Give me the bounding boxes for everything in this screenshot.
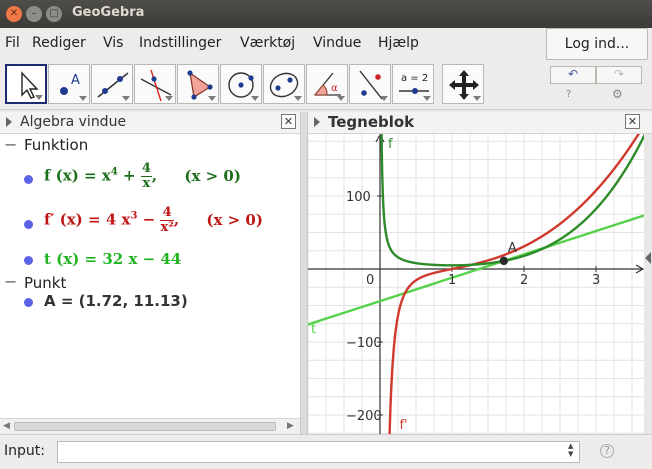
graphics-view-header: Tegneblok ✕	[308, 112, 652, 134]
collapse-caret-icon[interactable]	[6, 117, 12, 127]
point-A[interactable]	[499, 256, 509, 266]
group-label-function: Funktion	[24, 136, 89, 154]
scroll-right-icon[interactable]: ▶	[287, 421, 294, 431]
close-graphics-view-button[interactable]: ✕	[625, 114, 640, 129]
tree-collapse-icon[interactable]: −	[4, 272, 17, 291]
scrollbar-thumb[interactable]	[14, 422, 276, 431]
undo-button[interactable]: ↶	[550, 66, 596, 84]
label-fprime: f'	[399, 418, 407, 433]
x-tick-label: 0	[366, 273, 374, 288]
menu-view[interactable]: Vis	[103, 35, 123, 51]
visibility-dot-f[interactable]	[24, 175, 33, 184]
y-tick-label: −200	[346, 409, 382, 424]
algebra-horizontal-scrollbar[interactable]: ◀ ▶	[0, 418, 300, 434]
expand-right-icon[interactable]	[645, 252, 651, 264]
x-tick-label: 3	[592, 273, 600, 288]
redo-button[interactable]: ↷	[596, 66, 642, 84]
slider-tool-button[interactable]: a = 2	[392, 64, 434, 104]
tangent-line-t[interactable]	[308, 208, 644, 327]
algebra-item-fprime[interactable]: f′ (x) = 4 x3 − 4 x², (x > 0)	[44, 206, 263, 235]
point-tool-label: A	[71, 73, 80, 88]
x-tick-label: 2	[520, 273, 528, 288]
move-tool-button[interactable]	[5, 64, 47, 104]
polygon-tool-button[interactable]	[177, 64, 219, 104]
login-button[interactable]: Log ind...	[546, 28, 648, 60]
input-field[interactable]	[57, 441, 580, 463]
y-tick-label: 100	[346, 190, 371, 205]
angle-tool-button[interactable]: α	[306, 64, 348, 104]
geogebra-window: ✕ – □ GeoGebra Fil Rediger Vis Indstilli…	[0, 0, 652, 469]
group-label-point: Punkt	[24, 274, 67, 292]
menu-window[interactable]: Vindue	[313, 35, 361, 51]
graph-canvas[interactable]: 0 1 2 3 100 −100 −200 f f' t A	[308, 134, 644, 434]
algebra-view: − Funktion f (x) = x4 + 4x, (x > 0) f′ (…	[0, 134, 300, 418]
window-title: GeoGebra	[72, 5, 145, 20]
perpendicular-line-tool-button[interactable]	[134, 64, 176, 104]
visibility-dot-fprime[interactable]	[24, 220, 33, 229]
graph-labels: 0 1 2 3 100 −100 −200 f f' t A	[311, 137, 600, 433]
tree-collapse-icon[interactable]: −	[4, 135, 17, 154]
input-history-spinner-icon[interactable]: ▲ ▼	[568, 442, 573, 458]
slider-tool-label: a = 2	[401, 73, 428, 84]
visibility-dot-A[interactable]	[24, 298, 33, 307]
graphics-view-title: Tegneblok	[328, 113, 415, 131]
x-tick-label: 1	[448, 273, 456, 288]
algebra-view-title: Algebra vindue	[20, 114, 127, 130]
conic-tool-button[interactable]	[263, 64, 305, 104]
menu-help[interactable]: Hjælp	[378, 35, 419, 51]
y-tick-label: −100	[346, 336, 382, 351]
visibility-dot-t[interactable]	[24, 256, 33, 265]
label-f: f	[388, 137, 393, 152]
line-tool-button[interactable]	[91, 64, 133, 104]
input-bar: Input: ▲ ▼ ?	[0, 434, 652, 469]
menu-edit[interactable]: Rediger	[32, 35, 86, 51]
label-A: A	[508, 241, 517, 256]
window-close-button[interactable]: ✕	[6, 6, 22, 22]
menu-file[interactable]: Fil	[5, 35, 20, 51]
title-bar: ✕ – □ GeoGebra	[0, 0, 652, 28]
angle-tool-label: α	[331, 83, 338, 94]
collapse-caret-icon[interactable]	[314, 117, 320, 127]
move-view-tool-button[interactable]	[442, 64, 484, 104]
algebra-item-A[interactable]: A = (1.72, 11.13)	[44, 292, 188, 310]
algebra-view-header: Algebra vindue ✕	[0, 112, 300, 134]
circle-tool-button[interactable]	[220, 64, 262, 104]
algebra-item-f[interactable]: f (x) = x4 + 4x, (x > 0)	[44, 162, 241, 191]
point-tool-button[interactable]: A	[48, 64, 90, 104]
curve-fprime[interactable]	[388, 134, 644, 434]
gear-icon[interactable]: ⚙	[612, 87, 623, 101]
panel-splitter[interactable]	[300, 112, 308, 434]
input-help-icon[interactable]: ?	[600, 444, 614, 458]
graphics-view[interactable]: 0 1 2 3 100 −100 −200 f f' t A	[308, 134, 644, 434]
window-minimize-button[interactable]: –	[26, 6, 42, 22]
reflect-tool-button[interactable]	[349, 64, 391, 104]
scroll-left-icon[interactable]: ◀	[3, 421, 10, 431]
close-algebra-view-button[interactable]: ✕	[281, 114, 296, 129]
label-t: t	[311, 322, 316, 337]
window-maximize-button[interactable]: □	[46, 6, 62, 22]
help-icon[interactable]: ?	[566, 89, 571, 100]
menu-settings[interactable]: Indstillinger	[139, 35, 221, 51]
algebra-item-t[interactable]: t (x) = 32 x − 44	[44, 250, 181, 268]
menu-tools[interactable]: Værktøj	[240, 35, 295, 51]
input-label: Input:	[4, 443, 45, 459]
